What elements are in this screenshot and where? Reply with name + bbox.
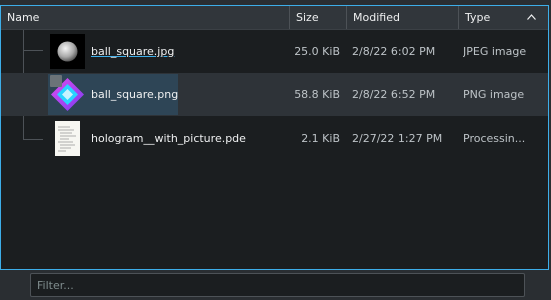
column-header-name[interactable]: Name <box>1 6 290 29</box>
column-modified-label: Modified <box>353 11 400 24</box>
column-size-label: Size <box>296 11 319 24</box>
filter-input[interactable] <box>30 273 525 297</box>
file-row-ball-square-jpg[interactable]: ball_square.jpg 25.0 KiB 2/8/22 6:02 PM … <box>1 30 548 73</box>
column-header-size[interactable]: Size <box>290 6 347 29</box>
file-modified: 2/8/22 6:52 PM <box>352 88 436 101</box>
file-type: JPEG image <box>463 45 527 58</box>
file-type: PNG image <box>463 88 525 101</box>
file-size: 2.1 KiB <box>301 132 340 145</box>
file-name: hologram__with_picture.pde <box>91 132 246 145</box>
selection-checkbox[interactable] <box>50 75 62 87</box>
chevron-up-icon[interactable] <box>527 14 536 20</box>
file-size: 25.0 KiB <box>294 45 340 58</box>
file-type: Processin... <box>463 132 526 145</box>
column-header-modified[interactable]: Modified <box>347 6 459 29</box>
document-thumbnail <box>50 121 85 156</box>
column-name-label: Name <box>7 11 40 24</box>
column-type-label: Type <box>465 11 491 24</box>
file-name: ball_square.png <box>91 88 179 101</box>
column-header: Name Size Modified Type <box>1 6 548 30</box>
file-name: ball_square.jpg <box>91 45 175 58</box>
file-list-view[interactable]: Name Size Modified Type ball_square.jpg … <box>0 5 549 270</box>
file-row-ball-square-png[interactable]: ball_square.png 58.8 KiB 2/8/22 6:52 PM … <box>1 73 548 116</box>
file-row-hologram-pde[interactable]: hologram__with_picture.pde 2.1 KiB 2/27/… <box>1 117 548 160</box>
file-modified: 2/27/22 1:27 PM <box>352 132 443 145</box>
file-modified: 2/8/22 6:02 PM <box>352 45 436 58</box>
file-size: 58.8 KiB <box>294 88 340 101</box>
sphere-thumbnail <box>50 34 85 69</box>
column-header-type[interactable]: Type <box>459 6 548 29</box>
